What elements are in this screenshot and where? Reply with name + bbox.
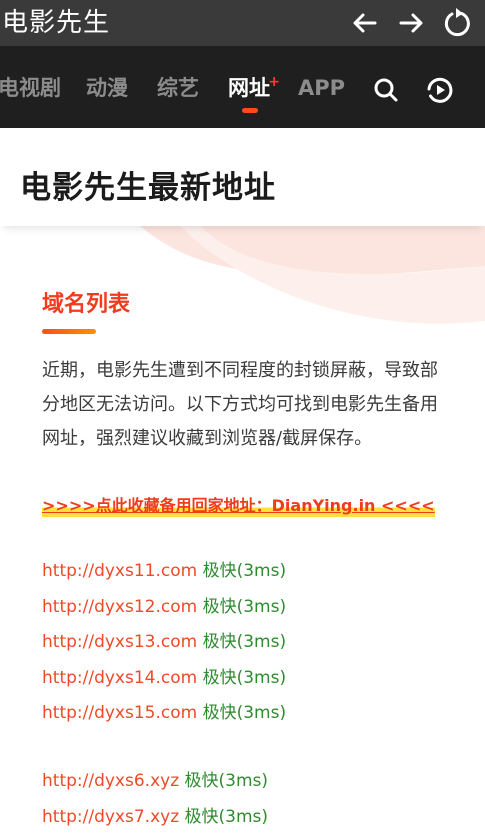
mirror-url-link[interactable]: http://dyxs6.xyz [42, 771, 179, 791]
link-list-secondary: http://dyxs6.xyz 极快(3ms) http://dyxs7.xy… [42, 766, 268, 837]
mirror-url-link[interactable]: http://dyxs12.com [42, 597, 197, 617]
link-row: http://dyxs7.xyz 极快(3ms) [42, 802, 268, 838]
section-title: 域名列表 [42, 292, 131, 317]
speed-label: 极快(3ms) [202, 561, 287, 581]
nav-item-tv[interactable]: 电视剧 [0, 74, 61, 102]
title-bar: 电影先生 [0, 0, 485, 46]
nav-active-indicator [242, 108, 258, 113]
app-title: 电影先生 [2, 8, 111, 38]
speed-label: 极快(3ms) [202, 703, 287, 723]
page-title: 电影先生最新地址 [20, 170, 276, 206]
page-header: 电影先生最新地址 [0, 128, 485, 226]
link-row: http://dyxs15.com 极快(3ms) [42, 698, 286, 734]
nav-item-urls[interactable]: 网址 + [228, 74, 280, 102]
nav-item-app[interactable]: APP [298, 74, 345, 102]
speed-label: 极快(3ms) [184, 806, 269, 827]
link-row: http://dyxs11.com 极快(3ms) [42, 556, 286, 592]
refresh-icon[interactable] [440, 6, 474, 40]
section-title-bar [42, 329, 96, 334]
nav-badge: + [268, 74, 280, 90]
search-icon[interactable] [372, 76, 400, 104]
back-arrow-icon[interactable] [348, 6, 382, 40]
link-row: http://dyxs12.com 极快(3ms) [42, 592, 286, 628]
mirror-url-link[interactable]: http://dyxs11.com [42, 561, 197, 581]
mirror-url-link[interactable]: http://dyxs14.com [42, 668, 197, 688]
link-list-primary: http://dyxs11.com 极快(3ms) http://dyxs12.… [42, 556, 286, 734]
speed-label: 极快(3ms) [202, 596, 287, 617]
mirror-url-link[interactable]: http://dyxs13.com [42, 632, 197, 652]
speed-label: 极快(3ms) [202, 632, 287, 652]
mirror-url-link[interactable]: http://dyxs15.com [42, 703, 197, 723]
nav-item-variety[interactable]: 综艺 [157, 74, 199, 102]
play-history-icon[interactable] [426, 76, 454, 104]
mirror-url-link[interactable]: http://dyxs7.xyz [42, 807, 179, 827]
speed-label: 极快(3ms) [202, 667, 287, 688]
nav-item-anime[interactable]: 动漫 [86, 74, 128, 102]
intro-text: 近期，电影先生遭到不同程度的封锁屏蔽，导致部分地区无法访问。以下方式均可找到电影… [42, 360, 438, 449]
link-row: http://dyxs14.com 极快(3ms) [42, 663, 286, 699]
promo-wrap: >>>>点此收藏备用回家地址：DianYing.in <<<< [42, 492, 435, 517]
link-row: http://dyxs6.xyz 极快(3ms) [42, 766, 268, 802]
forward-arrow-icon[interactable] [394, 6, 428, 40]
speed-label: 极快(3ms) [184, 771, 269, 791]
bookmark-promo-link[interactable]: >>>>点此收藏备用回家地址：DianYing.in <<<< [42, 496, 435, 517]
nav-item-urls-label: 网址 [228, 76, 270, 100]
category-nav: 电视剧 动漫 综艺 网址 + APP [0, 46, 485, 128]
link-row: http://dyxs13.com 极快(3ms) [42, 627, 286, 663]
content-area: 域名列表 近期，电影先生遭到不同程度的封锁屏蔽，导致部分地区无法访问。以下方式均… [0, 226, 485, 840]
